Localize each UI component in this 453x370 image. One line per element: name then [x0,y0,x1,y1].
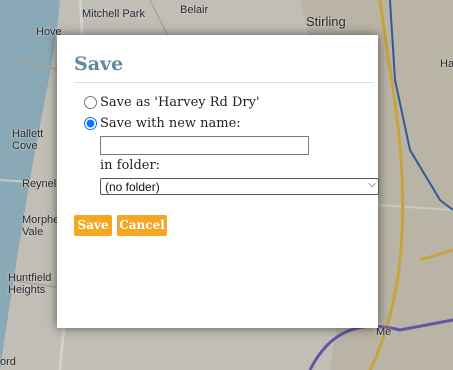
folder-select[interactable]: (no folder) ⌵ [100,178,379,195]
folder-select-value: (no folder) [105,180,160,194]
title-divider [74,82,374,83]
new-name-input[interactable] [100,136,309,155]
save-dialog: Save Save as 'Harvey Rd Dry' Save with n… [57,35,379,328]
save-as-existing-radio[interactable] [84,96,97,109]
save-button[interactable]: Save [74,215,112,236]
save-new-name-radio[interactable] [84,117,97,130]
dialog-title: Save [74,53,124,75]
folder-label: in folder: [100,158,161,173]
save-new-name-label: Save with new name: [100,116,241,131]
cancel-button[interactable]: Cancel [117,215,167,236]
chevron-down-icon: ⌵ [368,179,376,190]
save-as-existing-label: Save as 'Harvey Rd Dry' [100,95,260,110]
